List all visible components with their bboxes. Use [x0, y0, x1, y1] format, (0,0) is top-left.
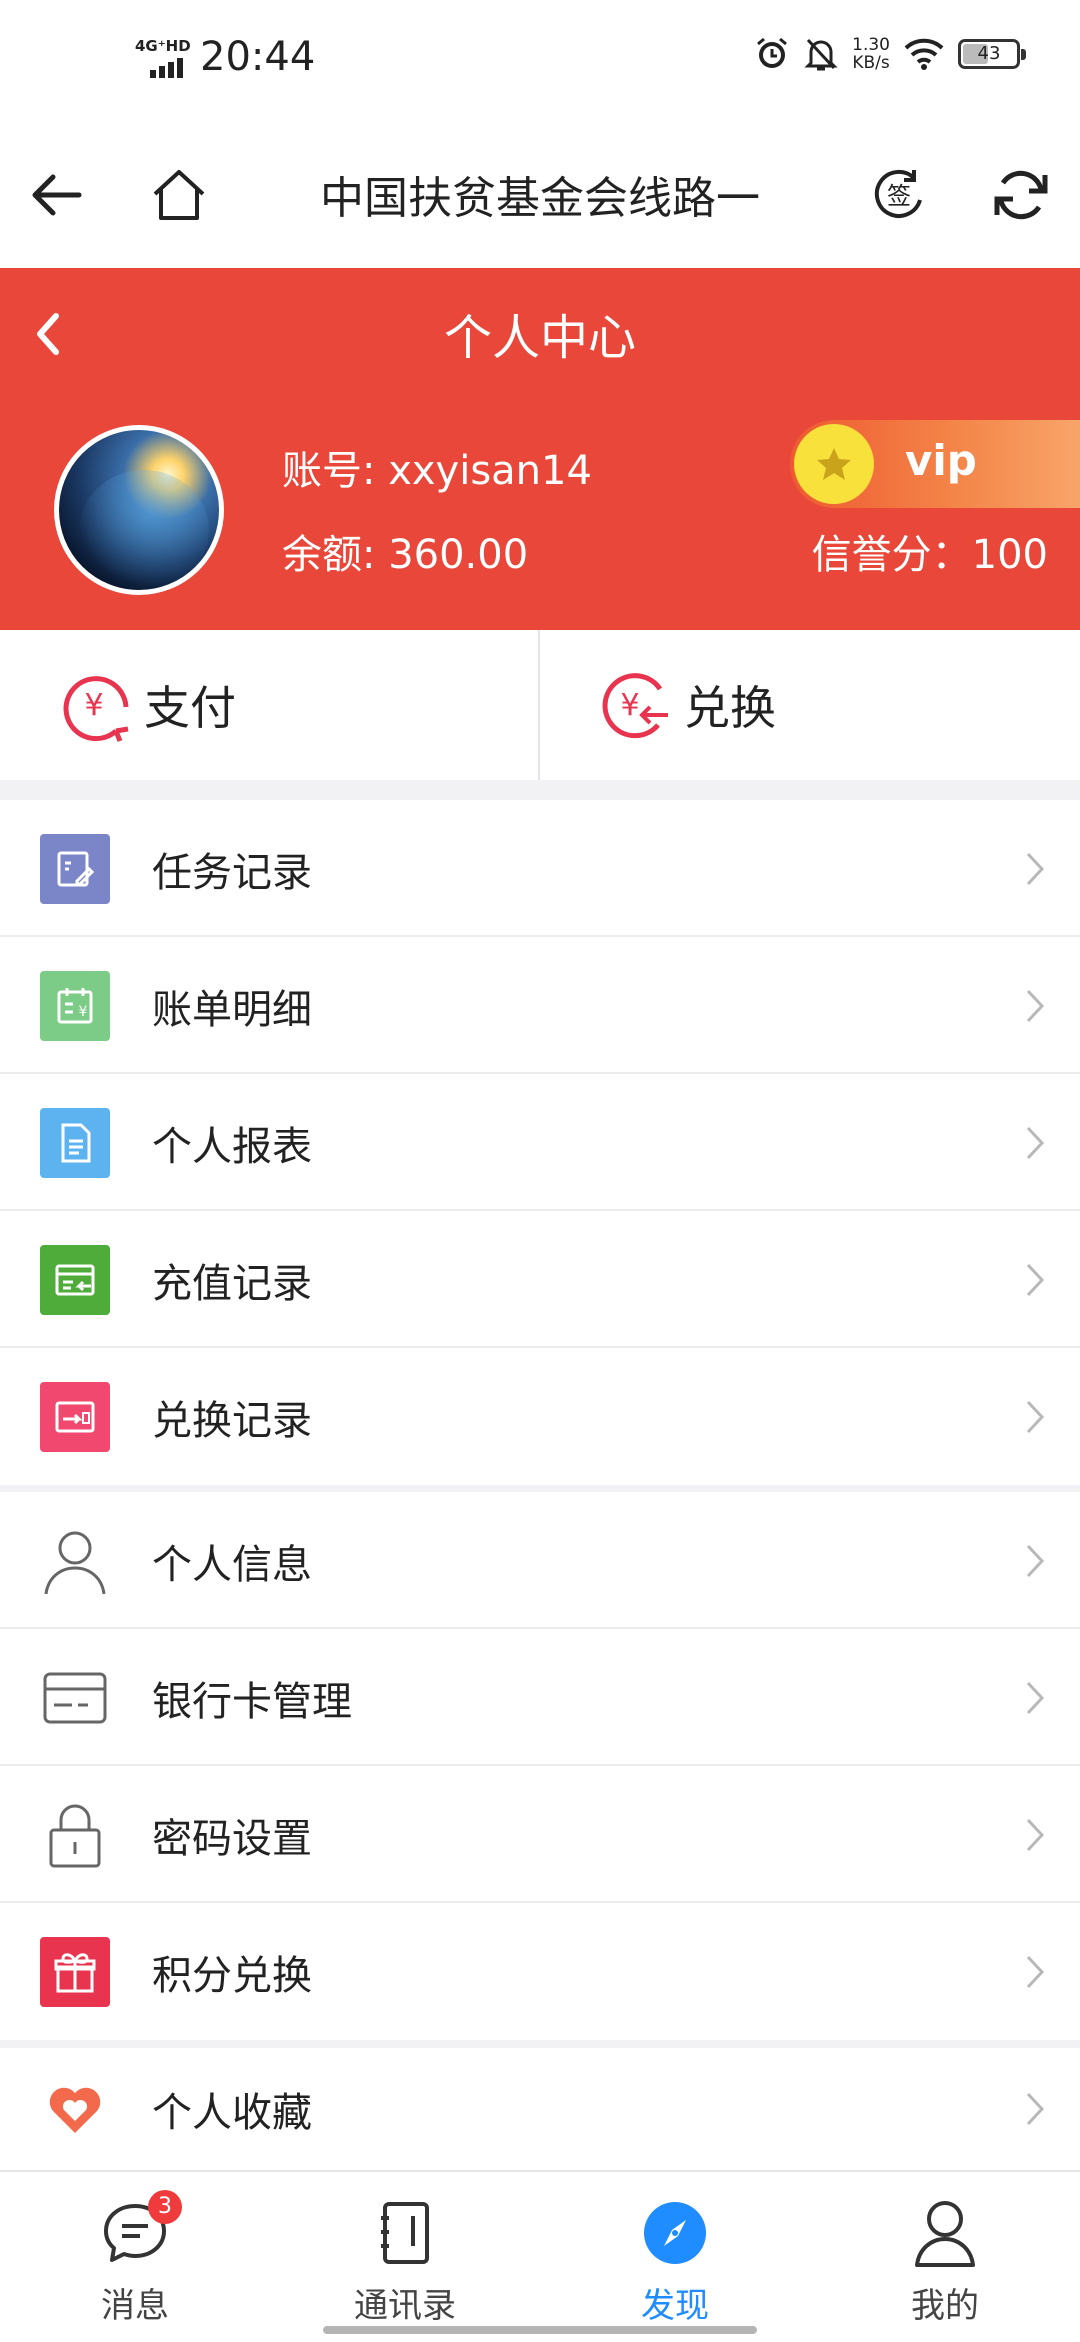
- menu-item-label: 积分兑换: [152, 1952, 312, 1999]
- favorites-menu: 个人收藏: [0, 2048, 1080, 2170]
- alarm-icon: [757, 37, 788, 68]
- chevron-right-icon: [1026, 1263, 1045, 1296]
- balance: 余额: 360.00: [282, 532, 529, 578]
- sign-in-icon: 签: [874, 170, 922, 218]
- task-record-icon: [40, 833, 110, 904]
- account-name: 账号: xxyisan14: [282, 448, 592, 494]
- menu-item-points-exchange[interactable]: 积分兑换: [0, 1903, 1080, 2040]
- menu-item-label: 个人收藏: [152, 2090, 312, 2136]
- menu-item-label: 个人报表: [152, 1123, 312, 1170]
- chevron-right-icon: [1026, 852, 1045, 885]
- chevron-right-icon: [1026, 1544, 1045, 1577]
- home-indicator[interactable]: [323, 2326, 757, 2334]
- menu-item-label: 兑换记录: [152, 1397, 312, 1444]
- bank-card-icon: [40, 1663, 110, 1733]
- contacts-book-icon: [381, 2202, 429, 2264]
- compass-icon: [644, 2202, 706, 2264]
- page-title: 个人中心: [443, 310, 636, 366]
- battery-level: 43: [977, 43, 1001, 64]
- profile-header: 个人中心 账号: xxyisan14 余额: 360.00 信誉分：100 vi…: [0, 268, 1080, 630]
- refresh-button[interactable]: [986, 160, 1056, 230]
- exchange-button[interactable]: ¥ 兑换: [540, 630, 1080, 780]
- vip-label: vip: [905, 436, 977, 485]
- exchange-label: 兑换: [684, 681, 776, 735]
- pay-label: 支付: [144, 681, 236, 735]
- menu-item-personal-report[interactable]: 个人报表: [0, 1074, 1080, 1211]
- credit-score: 信誉分：100: [811, 532, 1048, 578]
- chevron-right-icon: [1026, 1681, 1045, 1714]
- yuan-exchange-icon: ¥: [602, 673, 668, 739]
- sign-in-icon-char: 签: [887, 182, 911, 210]
- menu-item-password[interactable]: 密码设置: [0, 1766, 1080, 1903]
- sign-in-button[interactable]: 签: [864, 160, 934, 230]
- tab-label: 发现: [641, 2286, 709, 2326]
- menu-item-task-record[interactable]: 任务记录: [0, 800, 1080, 937]
- user-icon: [40, 1526, 110, 1596]
- svg-text:¥: ¥: [79, 1004, 88, 1020]
- app-toolbar: 中国扶贫基金会线路一 签: [0, 120, 1080, 268]
- net-speed: 1.30 KB/s: [852, 36, 890, 72]
- report-icon: [40, 1107, 110, 1178]
- net-speed-value: 1.30: [852, 35, 890, 55]
- vip-badge[interactable]: vip: [790, 420, 1080, 508]
- chevron-right-icon: [1026, 1126, 1045, 1159]
- menu-item-bank-card[interactable]: 银行卡管理: [0, 1629, 1080, 1766]
- wifi-icon: [904, 38, 944, 70]
- chevron-right-icon: [1026, 1400, 1045, 1433]
- menu-item-personal-info[interactable]: 个人信息: [0, 1492, 1080, 1629]
- status-time: 20:44: [200, 34, 316, 80]
- heart-icon: [40, 2074, 110, 2144]
- tab-label: 通讯录: [354, 2286, 456, 2326]
- battery-icon: 43: [958, 39, 1026, 69]
- status-bar: 4G⁺HD 20:44 1.30 KB/s 43: [0, 0, 1080, 120]
- chevron-right-icon: [1026, 1818, 1045, 1851]
- net-speed-unit: KB/s: [852, 53, 890, 73]
- tab-discover[interactable]: 发现: [540, 2172, 810, 2342]
- menu-item-exchange-record[interactable]: 兑换记录: [0, 1348, 1080, 1485]
- star-icon: [794, 424, 874, 504]
- chevron-right-icon: [1026, 989, 1045, 1022]
- svg-text:¥: ¥: [84, 688, 103, 723]
- bill-detail-icon: ¥: [40, 970, 110, 1041]
- menu-item-label: 任务记录: [152, 849, 312, 896]
- chevron-right-icon: [1026, 2092, 1045, 2126]
- menu-item-recharge-record[interactable]: 充值记录: [0, 1211, 1080, 1348]
- signal-icon: [150, 58, 183, 78]
- tab-label: 消息: [101, 2286, 169, 2326]
- menu-item-label: 个人信息: [152, 1541, 312, 1588]
- mute-bell-icon: [804, 38, 838, 71]
- menu-item-bill-detail[interactable]: ¥ 账单明细: [0, 937, 1080, 1074]
- unread-badge: 3: [148, 2190, 182, 2224]
- menu-item-label: 银行卡管理: [152, 1678, 352, 1725]
- pay-button[interactable]: ¥ 支付: [0, 630, 540, 780]
- gift-icon: [40, 1936, 110, 2007]
- menu-item-label: 账单明细: [152, 986, 312, 1033]
- menu-item-label: 密码设置: [152, 1815, 312, 1862]
- bottom-tab-bar: 3 消息 通讯录 发现 我的: [0, 2170, 1080, 2342]
- svg-text:¥: ¥: [620, 688, 639, 723]
- chevron-right-icon: [1026, 1955, 1045, 1988]
- tab-label: 我的: [911, 2286, 979, 2326]
- avatar[interactable]: [54, 425, 224, 595]
- menu-item-favorites[interactable]: 个人收藏: [0, 2048, 1080, 2170]
- tab-messages[interactable]: 3 消息: [0, 2172, 270, 2342]
- recharge-record-icon: [40, 1244, 110, 1315]
- lock-icon: [40, 1800, 110, 1870]
- quick-actions: ¥ 支付 ¥ 兑换: [0, 630, 1080, 780]
- records-menu: 任务记录 ¥ 账单明细 个人报表 充值记录 兑换记录: [0, 800, 1080, 1485]
- settings-menu: 个人信息 银行卡管理 密码设置 积分兑换: [0, 1492, 1080, 2040]
- yuan-pay-icon: ¥: [63, 676, 129, 742]
- network-indicator: 4G⁺HD: [135, 37, 191, 55]
- menu-item-label: 充值记录: [152, 1260, 312, 1307]
- exchange-record-icon: [40, 1381, 110, 1452]
- tab-contacts[interactable]: 通讯录: [270, 2172, 540, 2342]
- refresh-icon: [994, 170, 1048, 220]
- tab-me[interactable]: 我的: [810, 2172, 1080, 2342]
- user-icon: [915, 2201, 975, 2267]
